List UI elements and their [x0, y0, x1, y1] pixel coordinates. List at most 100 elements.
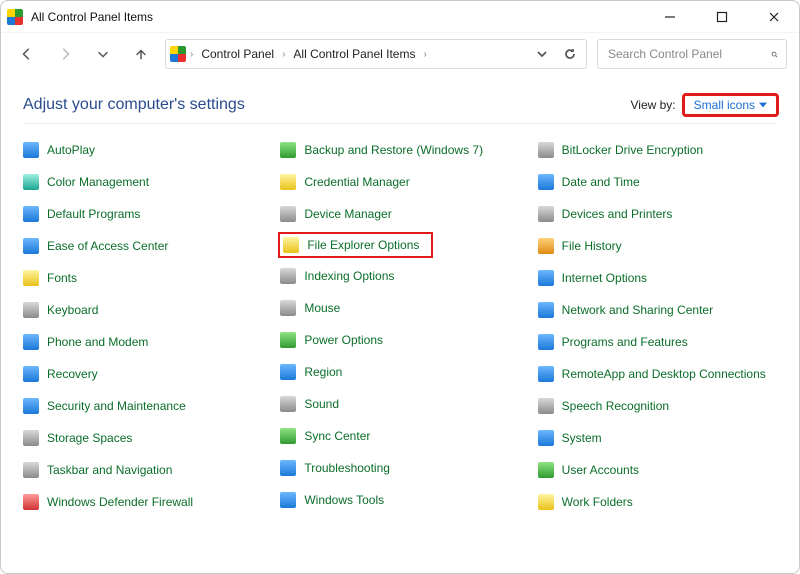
recovery-icon	[23, 366, 39, 382]
network-and-sharing-center-icon	[538, 302, 554, 318]
cp-item-indexing-options[interactable]: Indexing Options	[280, 264, 519, 288]
back-button[interactable]	[13, 40, 41, 68]
cp-item-label: Indexing Options	[304, 269, 394, 283]
system-icon	[538, 430, 554, 446]
devices-and-printers-icon	[538, 206, 554, 222]
cp-item-power-options[interactable]: Power Options	[280, 328, 519, 352]
cp-item-device-manager[interactable]: Device Manager	[280, 202, 519, 226]
search-icon	[771, 48, 778, 61]
keyboard-icon	[23, 302, 39, 318]
cp-item-network-and-sharing-center[interactable]: Network and Sharing Center	[538, 298, 777, 322]
search-input[interactable]	[606, 46, 765, 62]
cp-item-storage-spaces[interactable]: Storage Spaces	[23, 426, 262, 450]
cp-item-windows-defender-firewall[interactable]: Windows Defender Firewall	[23, 490, 262, 514]
cp-item-programs-and-features[interactable]: Programs and Features	[538, 330, 777, 354]
user-accounts-icon	[538, 462, 554, 478]
cp-item-ease-of-access-center[interactable]: Ease of Access Center	[23, 234, 262, 258]
ease-of-access-center-icon	[23, 238, 39, 254]
up-button[interactable]	[127, 40, 155, 68]
breadcrumb-current[interactable]: All Control Panel Items	[289, 45, 419, 63]
search-box[interactable]	[597, 39, 787, 69]
control-panel-icon	[7, 9, 23, 25]
date-and-time-icon	[538, 174, 554, 190]
cp-item-label: Internet Options	[562, 271, 647, 285]
cp-item-label: Speech Recognition	[562, 399, 669, 413]
content-area: Adjust your computer's settings View by:…	[1, 75, 799, 573]
cp-item-internet-options[interactable]: Internet Options	[538, 266, 777, 290]
cp-item-label: Taskbar and Navigation	[47, 463, 172, 477]
cp-item-label: Mouse	[304, 301, 340, 315]
cp-item-file-explorer-options[interactable]: File Explorer Options	[280, 234, 431, 256]
color-management-icon	[23, 174, 39, 190]
refresh-button[interactable]	[558, 42, 582, 66]
cp-item-speech-recognition[interactable]: Speech Recognition	[538, 394, 777, 418]
forward-button[interactable]	[51, 40, 79, 68]
addressbar[interactable]: › Control Panel › All Control Panel Item…	[165, 39, 587, 69]
view-by-row: View by: Small icons	[631, 95, 778, 115]
cp-item-file-history[interactable]: File History	[538, 234, 777, 258]
cp-item-sound[interactable]: Sound	[280, 392, 519, 416]
window-title: All Control Panel Items	[31, 10, 653, 24]
autoplay-icon	[23, 142, 39, 158]
cp-item-keyboard[interactable]: Keyboard	[23, 298, 262, 322]
cp-item-label: Default Programs	[47, 207, 140, 221]
breadcrumb-chevron-icon: ›	[423, 49, 426, 60]
cp-item-label: RemoteApp and Desktop Connections	[562, 367, 766, 381]
cp-item-label: Devices and Printers	[562, 207, 673, 221]
cp-item-recovery[interactable]: Recovery	[23, 362, 262, 386]
cp-item-date-and-time[interactable]: Date and Time	[538, 170, 777, 194]
cp-item-label: Work Folders	[562, 495, 633, 509]
security-and-maintenance-icon	[23, 398, 39, 414]
indexing-options-icon	[280, 268, 296, 284]
cp-item-troubleshooting[interactable]: Troubleshooting	[280, 456, 519, 480]
cp-item-bitlocker-drive-encryption[interactable]: BitLocker Drive Encryption	[538, 138, 777, 162]
cp-item-sync-center[interactable]: Sync Center	[280, 424, 519, 448]
cp-item-region[interactable]: Region	[280, 360, 519, 384]
breadcrumb-chevron-icon: ›	[282, 49, 285, 60]
maximize-button[interactable]	[705, 3, 739, 31]
breadcrumb-root[interactable]: Control Panel	[197, 45, 278, 63]
device-manager-icon	[280, 206, 296, 222]
cp-item-remoteapp-and-desktop-connections[interactable]: RemoteApp and Desktop Connections	[538, 362, 777, 386]
cp-item-devices-and-printers[interactable]: Devices and Printers	[538, 202, 777, 226]
minimize-button[interactable]	[653, 3, 687, 31]
cp-item-work-folders[interactable]: Work Folders	[538, 490, 777, 514]
speech-recognition-icon	[538, 398, 554, 414]
view-by-label: View by:	[631, 98, 676, 112]
cp-item-user-accounts[interactable]: User Accounts	[538, 458, 777, 482]
cp-item-credential-manager[interactable]: Credential Manager	[280, 170, 519, 194]
cp-item-label: Device Manager	[304, 207, 391, 221]
cp-item-color-management[interactable]: Color Management	[23, 170, 262, 194]
view-by-dropdown[interactable]: Small icons	[684, 95, 777, 115]
cp-item-autoplay[interactable]: AutoPlay	[23, 138, 262, 162]
remoteapp-and-desktop-connections-icon	[538, 366, 554, 382]
cp-item-label: Power Options	[304, 333, 383, 347]
cp-item-label: BitLocker Drive Encryption	[562, 143, 703, 157]
cp-item-phone-and-modem[interactable]: Phone and Modem	[23, 330, 262, 354]
file-history-icon	[538, 238, 554, 254]
cp-item-fonts[interactable]: Fonts	[23, 266, 262, 290]
addressbar-dropdown[interactable]	[530, 42, 554, 66]
cp-item-label: Security and Maintenance	[47, 399, 186, 413]
cp-item-system[interactable]: System	[538, 426, 777, 450]
breadcrumb-root-label: Control Panel	[201, 47, 274, 61]
recent-locations-button[interactable]	[89, 40, 117, 68]
cp-item-windows-tools[interactable]: Windows Tools	[280, 488, 519, 512]
windows-tools-icon	[280, 492, 296, 508]
sync-center-icon	[280, 428, 296, 444]
close-button[interactable]	[757, 3, 791, 31]
programs-and-features-icon	[538, 334, 554, 350]
work-folders-icon	[538, 494, 554, 510]
internet-options-icon	[538, 270, 554, 286]
cp-item-backup-and-restore-windows-7[interactable]: Backup and Restore (Windows 7)	[280, 138, 519, 162]
cp-item-mouse[interactable]: Mouse	[280, 296, 519, 320]
cp-item-default-programs[interactable]: Default Programs	[23, 202, 262, 226]
credential-manager-icon	[280, 174, 296, 190]
cp-item-label: Sync Center	[304, 429, 370, 443]
cp-item-taskbar-and-navigation[interactable]: Taskbar and Navigation	[23, 458, 262, 482]
windows-defender-firewall-icon	[23, 494, 39, 510]
cp-item-label: Windows Tools	[304, 493, 384, 507]
cp-item-security-and-maintenance[interactable]: Security and Maintenance	[23, 394, 262, 418]
storage-spaces-icon	[23, 430, 39, 446]
backup-and-restore-windows-7-icon	[280, 142, 296, 158]
